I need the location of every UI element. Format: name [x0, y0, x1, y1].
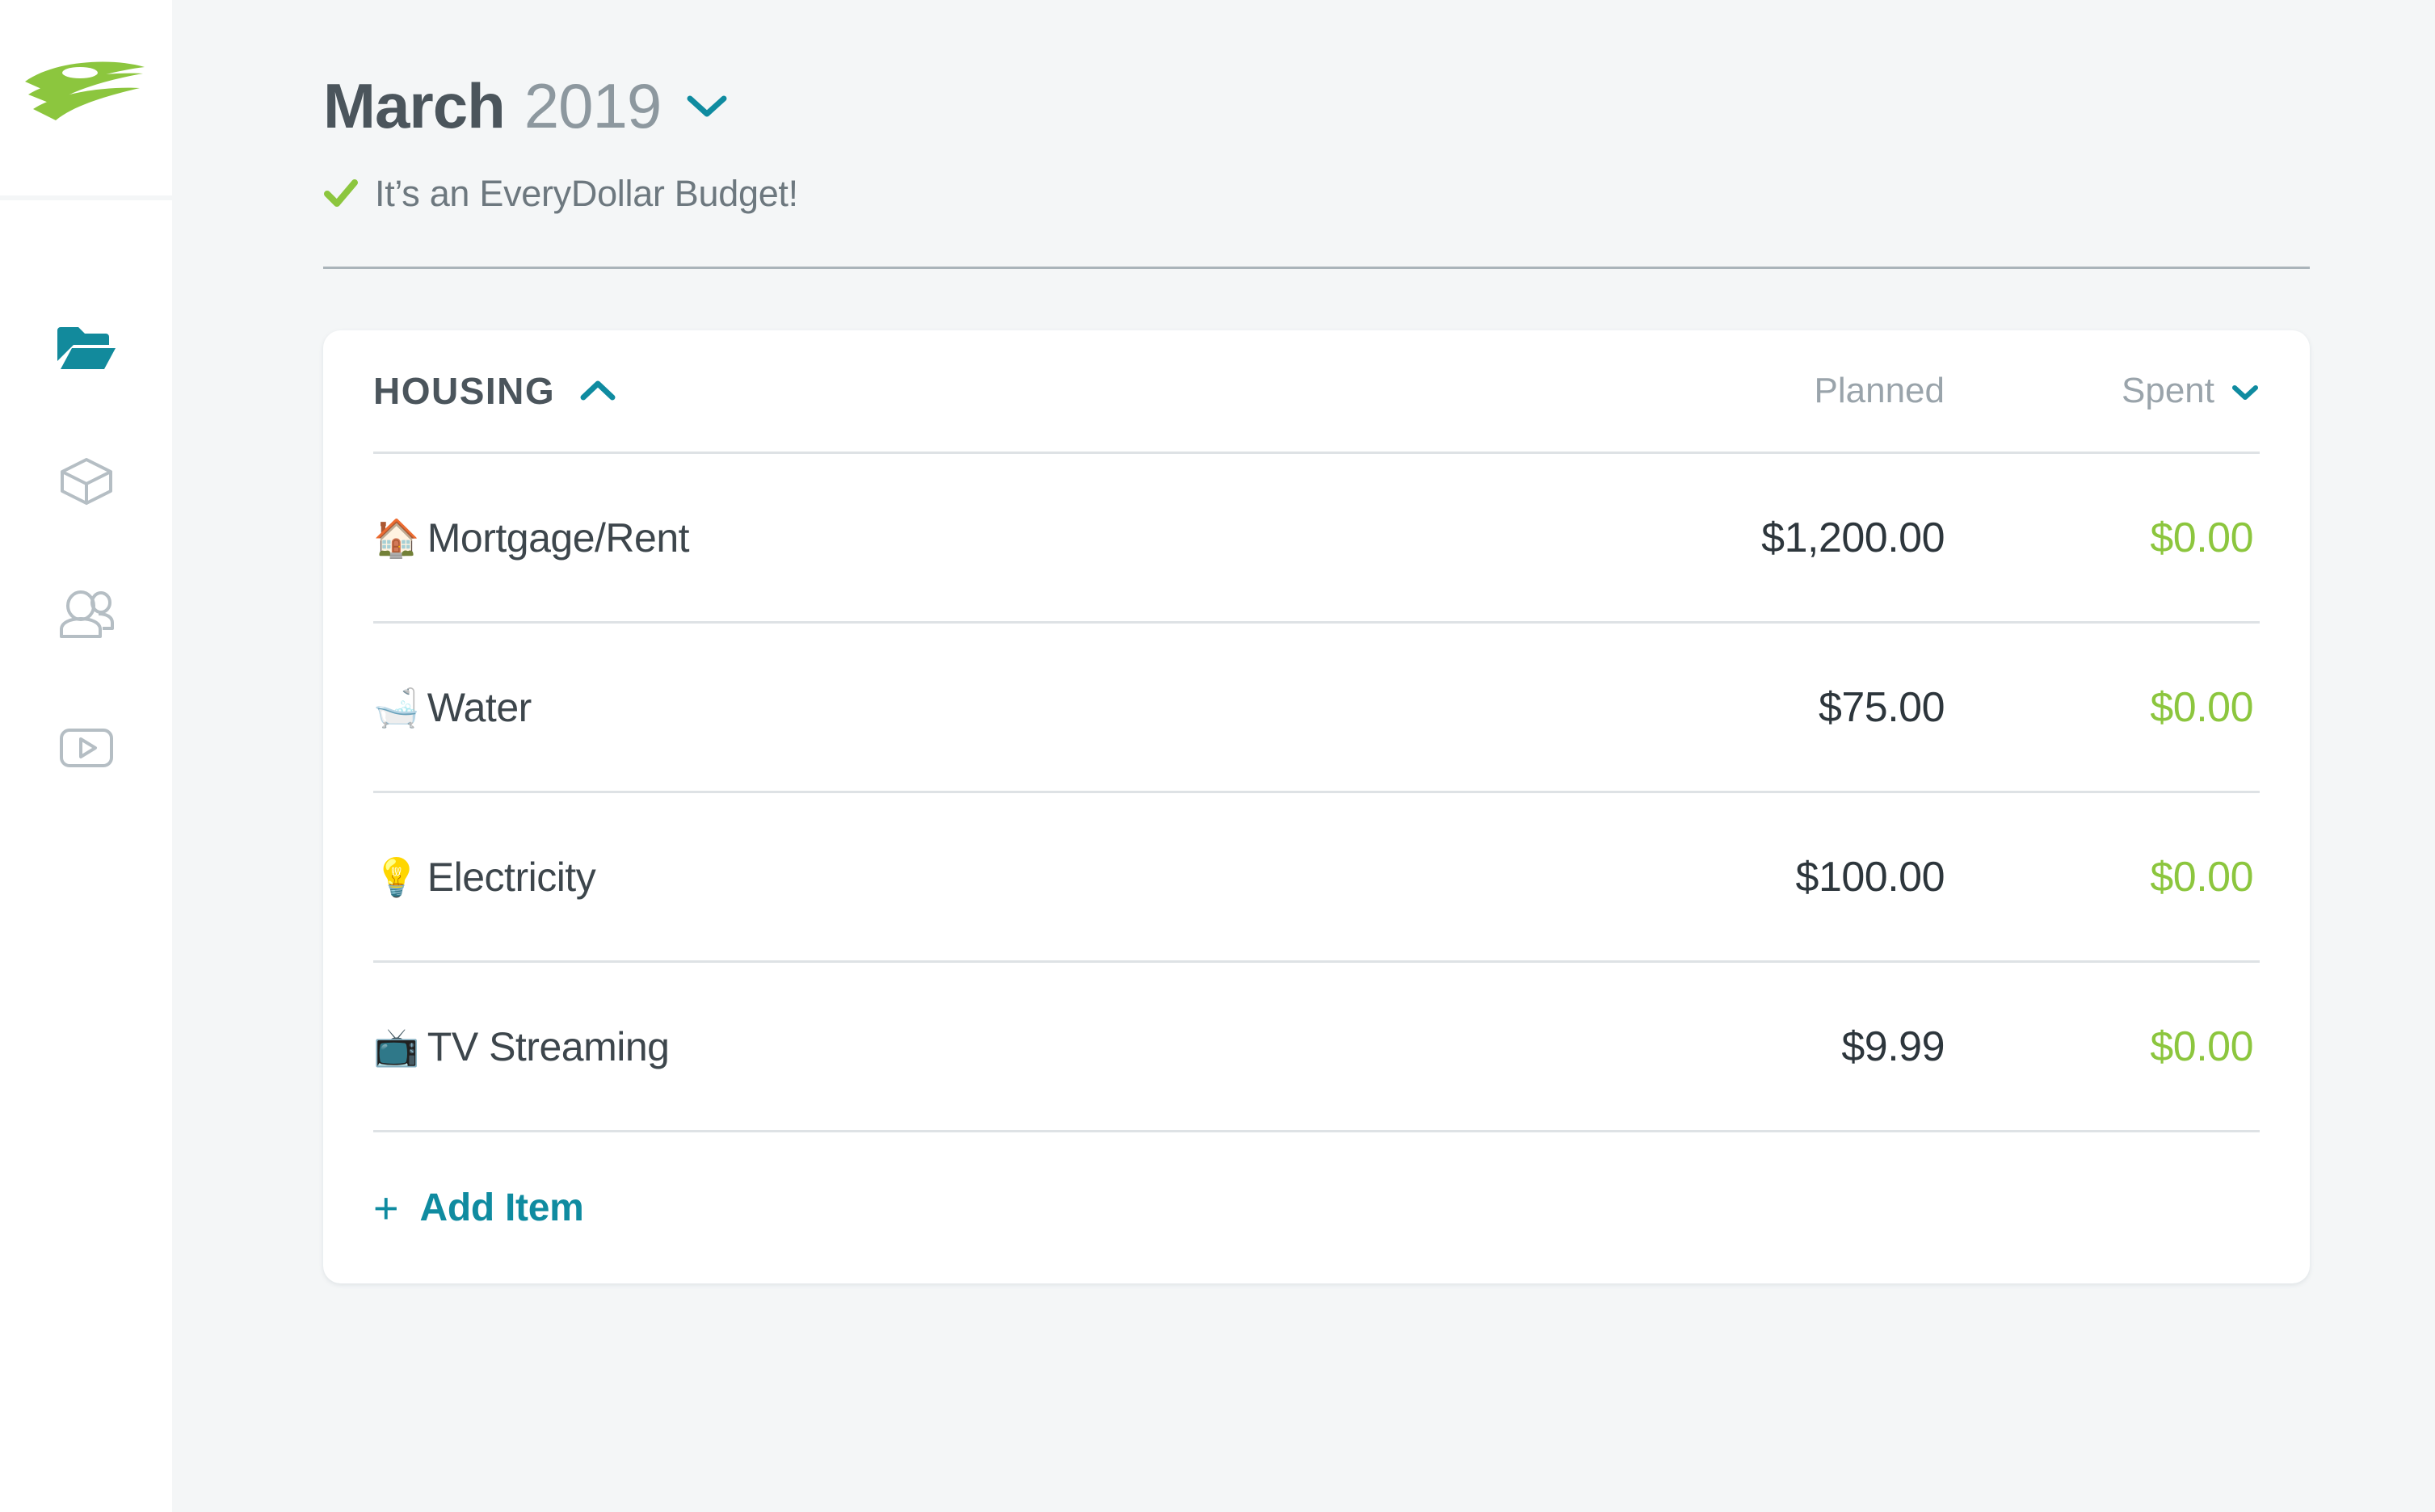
page-header: March 2019 It’s an EveryDollar Budget!	[323, 0, 2310, 269]
budget-item-label: Water	[427, 684, 532, 730]
page-title-month: March	[323, 70, 506, 141]
budget-period-selector[interactable]: March 2019	[323, 74, 2310, 137]
header-divider	[323, 267, 2310, 269]
budget-group-title: HOUSING	[373, 370, 556, 412]
main-content: March 2019 It’s an EveryDollar Budget! H…	[172, 0, 2435, 1512]
budget-item-label: TV Streaming	[427, 1023, 670, 1069]
app-root: March 2019 It’s an EveryDollar Budget! H…	[0, 0, 2435, 1512]
budget-item-label: Electricity	[427, 854, 596, 900]
budget-item-name: 🛁 Water	[373, 684, 532, 731]
everydollar-logo[interactable]	[22, 52, 151, 143]
sidebar-item-budget[interactable]	[0, 312, 172, 445]
television-emoji: 📺	[373, 1025, 419, 1068]
budget-item-name: 📺 TV Streaming	[373, 1023, 670, 1070]
sidebar	[0, 0, 172, 1512]
page-title-year: 2019	[524, 70, 662, 141]
sidebar-logo-panel	[0, 0, 172, 195]
chevron-down-icon[interactable]	[2231, 371, 2260, 411]
sidebar-item-community[interactable]	[0, 578, 172, 712]
sidebar-item-videos[interactable]	[0, 712, 172, 845]
table-row[interactable]: 🏠 Mortgage/Rent $1,200.00 $0.00	[373, 452, 2260, 621]
budget-status-label: It’s an EveryDollar Budget!	[375, 173, 798, 214]
chevron-up-icon[interactable]	[579, 379, 616, 403]
table-row[interactable]: 💡 Electricity $100.00 $0.00	[373, 791, 2260, 960]
budget-item-planned[interactable]: $100.00	[1525, 853, 1945, 901]
budget-item-spent[interactable]: $0.00	[1945, 514, 2260, 562]
check-icon	[323, 178, 359, 210]
table-row[interactable]: 🛁 Water $75.00 $0.00	[373, 621, 2260, 791]
budget-item-planned[interactable]: $75.00	[1525, 683, 1945, 732]
box-icon	[50, 445, 123, 518]
budget-item-planned[interactable]: $1,200.00	[1525, 514, 1945, 562]
add-item-button[interactable]: + Add Item	[373, 1130, 2260, 1283]
lightbulb-emoji: 💡	[373, 855, 419, 898]
house-emoji: 🏠	[373, 516, 419, 559]
folder-icon	[50, 312, 123, 384]
budget-group-header: HOUSING Planned Spent	[373, 330, 2260, 452]
budget-item-spent[interactable]: $0.00	[1945, 853, 2260, 901]
column-header-spent-label: Spent	[2122, 371, 2214, 410]
column-header-spent[interactable]: Spent	[1945, 371, 2260, 411]
plus-icon: +	[373, 1183, 399, 1233]
sidebar-item-fund[interactable]	[0, 445, 172, 578]
budget-group-card: HOUSING Planned Spent 🏠 Mortgage/Rent $1…	[323, 330, 2310, 1283]
table-row[interactable]: 📺 TV Streaming $9.99 $0.00	[373, 960, 2260, 1130]
budget-item-spent[interactable]: $0.00	[1945, 683, 2260, 732]
add-item-label: Add Item	[419, 1186, 584, 1229]
budget-item-name: 💡 Electricity	[373, 854, 596, 901]
budget-item-planned[interactable]: $9.99	[1525, 1023, 1945, 1071]
column-header-planned: Planned	[1814, 371, 1945, 410]
people-icon	[50, 578, 123, 651]
budget-item-spent[interactable]: $0.00	[1945, 1023, 2260, 1071]
sidebar-nav	[0, 200, 172, 1512]
budget-item-label: Mortgage/Rent	[427, 514, 690, 561]
budget-item-name: 🏠 Mortgage/Rent	[373, 514, 690, 561]
budget-status: It’s an EveryDollar Budget!	[323, 173, 2310, 215]
bathtub-emoji: 🛁	[373, 686, 419, 729]
chevron-down-icon[interactable]	[685, 92, 729, 123]
video-icon	[50, 712, 123, 784]
